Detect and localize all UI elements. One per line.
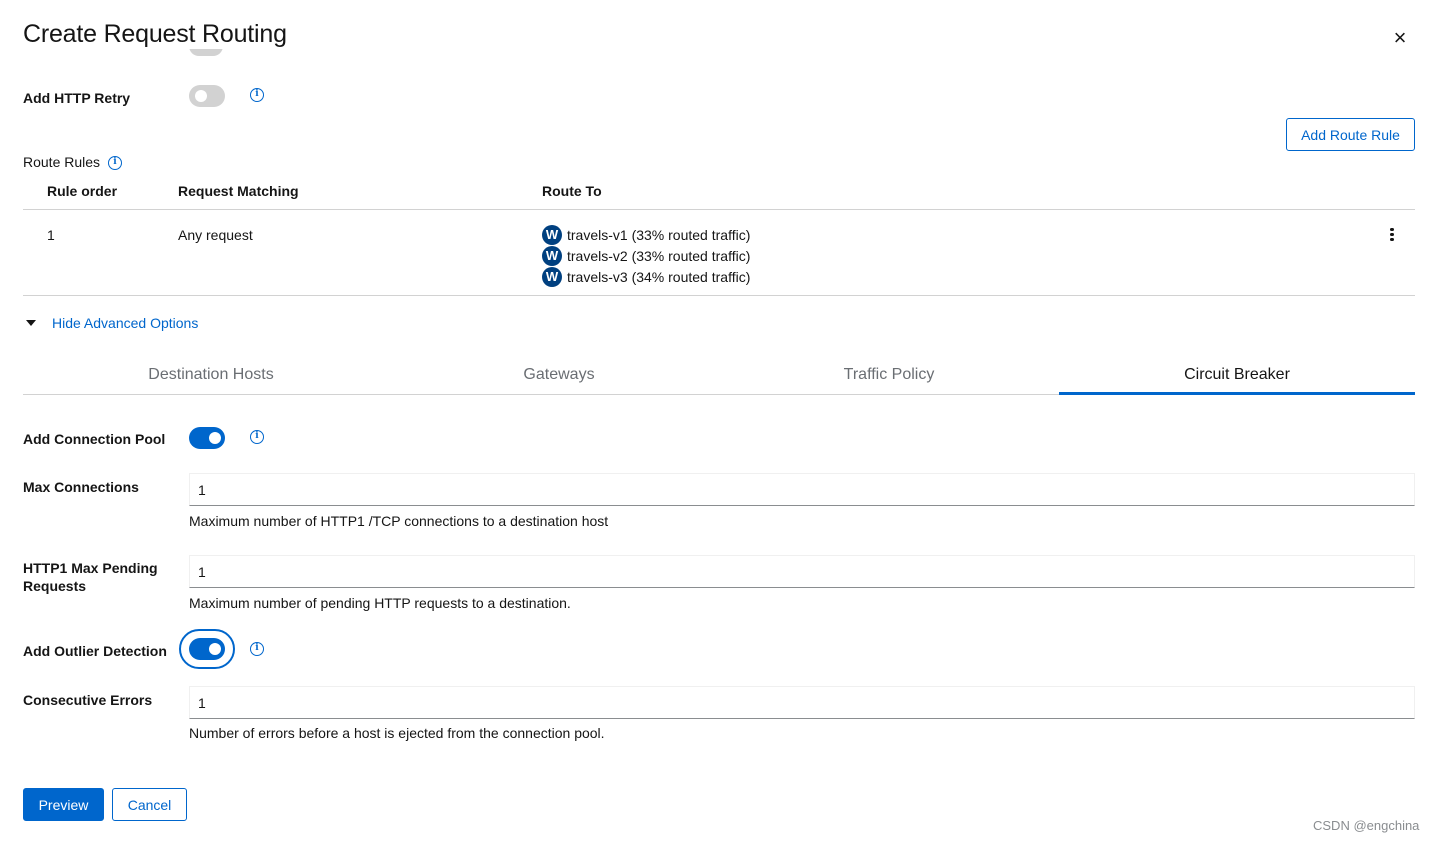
- info-icon[interactable]: i: [250, 88, 264, 102]
- tab-circuit-breaker[interactable]: Circuit Breaker: [1059, 359, 1415, 395]
- http1-max-pending-label: HTTP1 Max Pending Requests: [23, 560, 158, 594]
- table-header-divider: [23, 209, 1415, 210]
- http1-max-pending-input[interactable]: [189, 555, 1415, 588]
- route-target-label: travels-v3 (34% routed traffic): [567, 269, 751, 285]
- tab-destination-hosts[interactable]: Destination Hosts: [23, 359, 399, 394]
- preview-button[interactable]: Preview: [23, 788, 104, 821]
- advanced-options-label: Hide Advanced Options: [52, 315, 199, 331]
- column-header-request-matching[interactable]: Request Matching: [178, 183, 299, 199]
- info-icon[interactable]: i: [250, 430, 264, 444]
- http-retry-label: Add HTTP Retry: [23, 90, 131, 106]
- workload-badge-icon: W: [542, 246, 562, 266]
- connection-pool-switch[interactable]: [189, 427, 225, 449]
- add-route-rule-button[interactable]: Add Route Rule: [1286, 118, 1415, 151]
- route-rules-title: Route Rules: [23, 154, 101, 170]
- row-actions-kebab-icon[interactable]: [1385, 226, 1399, 244]
- watermark: CSDN @engchina: [1313, 818, 1420, 833]
- http1-max-pending-helper: Maximum number of pending HTTP requests …: [189, 595, 571, 611]
- request-matching-cell: Any request: [178, 227, 253, 243]
- cancel-button[interactable]: Cancel: [112, 788, 187, 821]
- consecutive-errors-helper: Number of errors before a host is ejecte…: [189, 725, 605, 741]
- workload-badge-icon: W: [542, 225, 562, 245]
- route-target-label: travels-v2 (33% routed traffic): [567, 248, 751, 264]
- advanced-options-toggle[interactable]: Hide Advanced Options: [23, 313, 198, 333]
- column-header-route-to[interactable]: Route To: [542, 183, 602, 199]
- caret-down-icon: [26, 320, 36, 326]
- advanced-options-tabs: Destination Hosts Gateways Traffic Polic…: [23, 359, 1415, 395]
- close-icon[interactable]: ×: [1388, 26, 1412, 50]
- route-to-item: W travels-v1 (33% routed traffic): [542, 225, 750, 245]
- workload-badge-icon: W: [542, 267, 562, 287]
- max-connections-label: Max Connections: [23, 479, 139, 495]
- tab-gateways[interactable]: Gateways: [399, 359, 719, 394]
- route-to-item: W travels-v2 (33% routed traffic): [542, 246, 750, 266]
- info-icon[interactable]: i: [108, 156, 122, 170]
- outlier-detection-label: Add Outlier Detection: [23, 643, 167, 659]
- switch-knob: [209, 643, 221, 655]
- route-to-item: W travels-v3 (34% routed traffic): [542, 267, 750, 287]
- route-target-label: travels-v1 (33% routed traffic): [567, 227, 751, 243]
- http-retry-switch[interactable]: [189, 85, 225, 107]
- consecutive-errors-label: Consecutive Errors: [23, 692, 153, 708]
- connection-pool-label: Add Connection Pool: [23, 431, 166, 447]
- max-connections-helper: Maximum number of HTTP1 /TCP connections…: [189, 513, 609, 529]
- column-header-rule-order[interactable]: Rule order: [47, 183, 117, 199]
- consecutive-errors-input[interactable]: [189, 686, 1415, 719]
- max-connections-input[interactable]: [189, 473, 1415, 506]
- switch-knob: [195, 90, 207, 102]
- modal-title: Create Request Routing: [23, 20, 293, 49]
- switch-knob: [209, 432, 221, 444]
- info-icon[interactable]: i: [250, 642, 264, 656]
- outlier-detection-switch[interactable]: [189, 638, 225, 660]
- table-bottom-divider: [23, 295, 1415, 296]
- route-rules-label: Route Rules: [23, 154, 100, 170]
- rule-order-cell: 1: [47, 227, 55, 243]
- tab-traffic-policy[interactable]: Traffic Policy: [719, 359, 1059, 394]
